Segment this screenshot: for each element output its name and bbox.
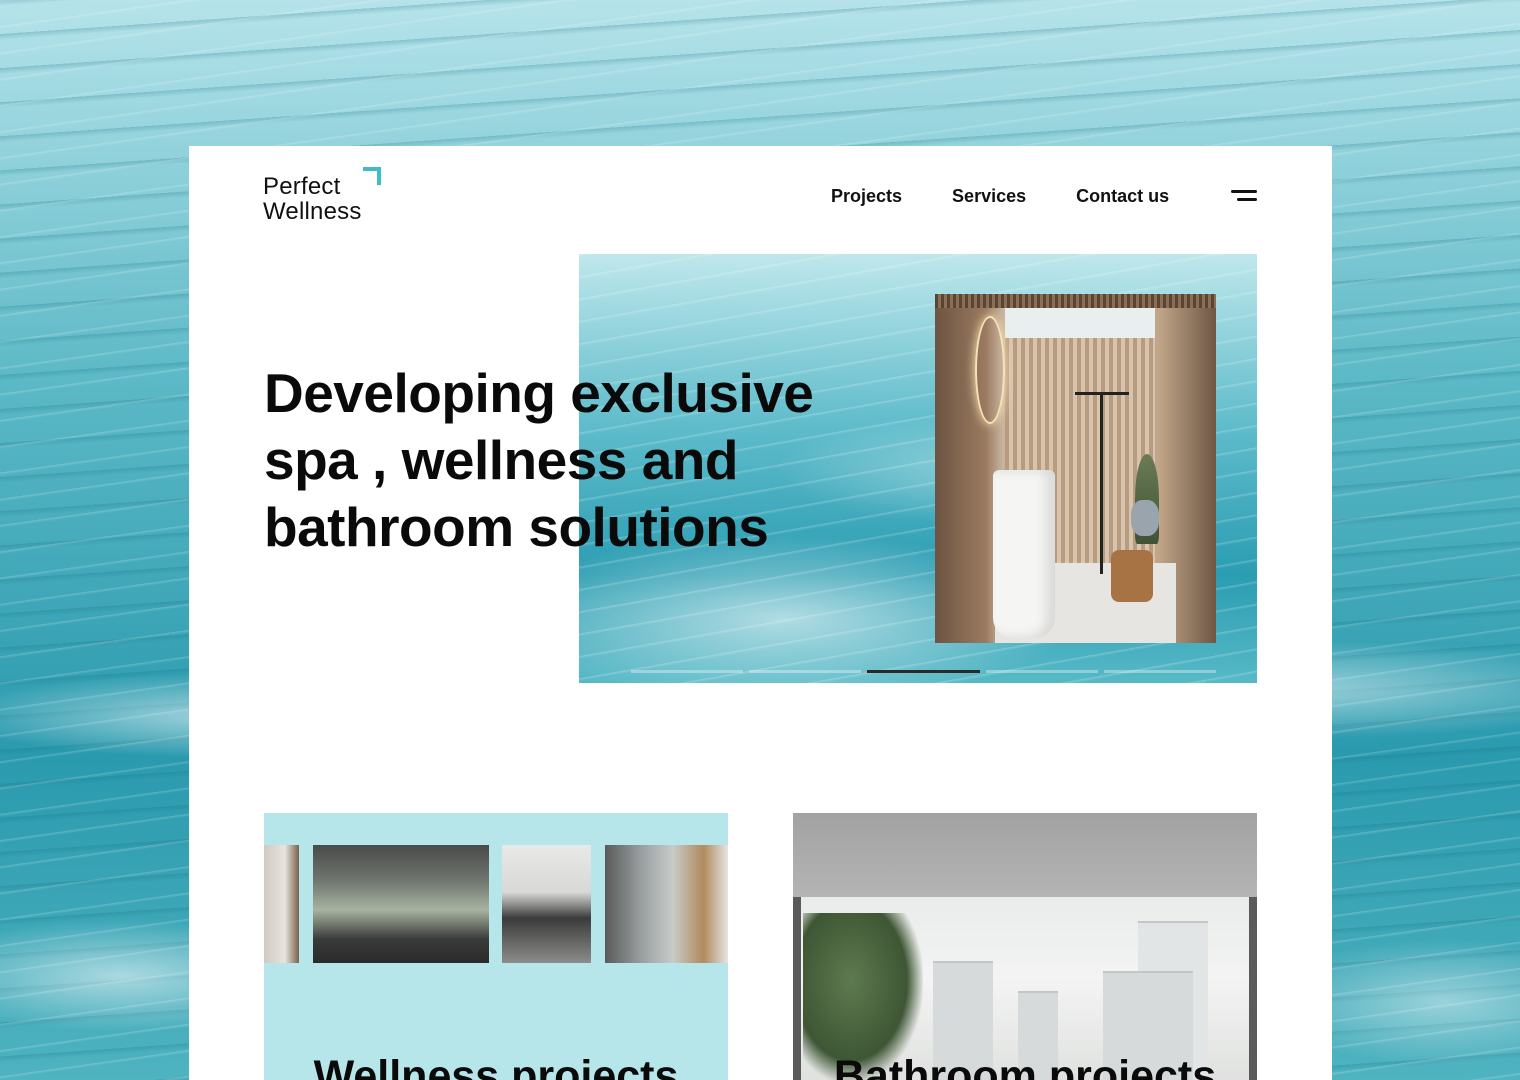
photo-round-mirror <box>975 316 1005 424</box>
photo-ceiling <box>935 294 1216 308</box>
slider-segment-3[interactable] <box>867 670 980 673</box>
wellness-thumbnail <box>264 845 299 963</box>
photo-basin <box>993 470 1055 638</box>
hero-slider-indicator <box>631 670 1217 673</box>
website-page: Perfect Wellness Projects Services Conta… <box>189 146 1332 1080</box>
wellness-thumbnail <box>313 845 489 963</box>
brand-logo[interactable]: Perfect Wellness <box>263 167 381 225</box>
slider-segment-4[interactable] <box>985 670 1098 673</box>
bathroom-projects-title: Bathroom projects <box>833 1052 1217 1080</box>
menu-icon[interactable] <box>1229 190 1257 204</box>
bathroom-image-blind <box>793 813 1257 897</box>
wellness-thumbnail-strip <box>264 845 728 963</box>
slider-segment-5[interactable] <box>1103 670 1217 673</box>
wellness-thumbnail <box>605 845 728 963</box>
main-nav: Projects Services Contact us <box>831 186 1169 207</box>
logo-corner-mark <box>363 167 381 185</box>
nav-link-services[interactable]: Services <box>952 186 1026 207</box>
bathroom-projects-card[interactable]: Bathroom projects <box>793 813 1257 1080</box>
photo-towel-stand <box>1100 394 1103 574</box>
wellness-thumbnail <box>502 845 591 963</box>
nav-link-projects[interactable]: Projects <box>831 186 902 207</box>
wellness-projects-title: Wellness projects <box>313 1052 679 1080</box>
nav-link-contact-us[interactable]: Contact us <box>1076 186 1169 207</box>
brand-name-line1: Perfect <box>263 173 341 200</box>
photo-skylight <box>1005 308 1155 338</box>
menu-icon-line <box>1237 198 1257 201</box>
hero-title: Developing exclusive spa , wellness and … <box>264 362 814 558</box>
photo-stool <box>1111 550 1153 602</box>
photo-stones <box>1131 500 1159 536</box>
menu-icon-line <box>1231 190 1257 193</box>
slider-segment-1[interactable] <box>631 670 744 673</box>
brand-name-line2: Wellness <box>263 198 362 225</box>
slider-segment-2[interactable] <box>749 670 862 673</box>
wellness-projects-card[interactable]: Wellness projects <box>264 813 728 1080</box>
hero-bathroom-photo <box>935 294 1216 643</box>
